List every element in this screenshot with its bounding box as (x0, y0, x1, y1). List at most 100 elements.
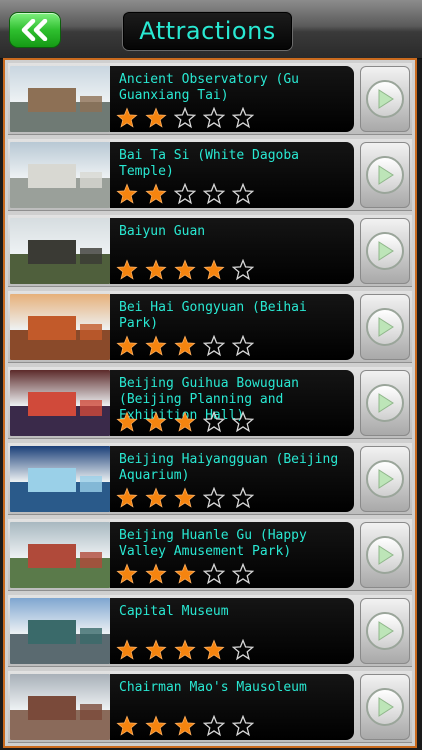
go-circle (366, 384, 404, 422)
attraction-row[interactable]: Beijing Guihua Bowuguan (Beijing Plannin… (8, 367, 412, 439)
star-empty-icon (232, 715, 254, 737)
star-filled-icon (145, 411, 167, 432)
star-empty-icon (232, 107, 254, 129)
open-attraction-button[interactable] (360, 674, 410, 740)
attraction-row[interactable]: Beijing Huanle Gu (Happy Valley Amusemen… (8, 519, 412, 591)
star-empty-icon (174, 107, 196, 129)
attraction-thumbnail (10, 370, 110, 436)
star-filled-icon (174, 487, 196, 508)
open-attraction-button[interactable] (360, 446, 410, 512)
back-button[interactable] (9, 12, 61, 48)
attraction-row[interactable]: Bei Hai Gongyuan (Beihai Park) (8, 291, 412, 363)
attractions-list: Ancient Observatory (Gu Guanxiang Tai) Ba… (3, 58, 417, 748)
open-attraction-button[interactable] (360, 218, 410, 284)
star-filled-icon (145, 563, 167, 584)
star-filled-icon (145, 639, 167, 660)
rating-stars (116, 639, 254, 661)
open-attraction-button[interactable] (360, 294, 410, 360)
attraction-thumbnail (10, 674, 110, 740)
star-empty-icon (232, 259, 254, 281)
go-circle (366, 156, 404, 194)
star-filled-icon (203, 639, 225, 660)
play-arrow-icon (378, 241, 394, 261)
rating-stars (116, 335, 254, 357)
star-empty-icon (203, 183, 225, 205)
star-filled-icon (116, 411, 138, 432)
star-filled-icon (116, 715, 138, 736)
star-filled-icon (174, 411, 196, 432)
attraction-name: Baiyun Guan (119, 224, 206, 239)
play-arrow-icon (378, 621, 394, 641)
star-filled-icon (116, 259, 138, 280)
star-filled-icon (174, 335, 196, 356)
attraction-row[interactable]: Capital Museum (8, 595, 412, 667)
attraction-info: Chairman Mao's Mausoleum (110, 674, 354, 740)
play-arrow-icon (378, 165, 394, 185)
attraction-thumbnail (10, 142, 110, 208)
top-bar: Attractions (0, 0, 422, 59)
attraction-name: Bei Hai Gongyuan (Beihai Park) (119, 300, 307, 331)
open-attraction-button[interactable] (360, 66, 410, 132)
star-filled-icon (116, 335, 138, 356)
go-circle (366, 308, 404, 346)
star-empty-icon (232, 335, 254, 357)
star-empty-icon (203, 335, 225, 357)
rating-stars (116, 183, 254, 205)
attraction-row[interactable]: Ancient Observatory (Gu Guanxiang Tai) (8, 63, 412, 135)
open-attraction-button[interactable] (360, 142, 410, 208)
go-circle (366, 80, 404, 118)
star-filled-icon (116, 107, 138, 128)
star-empty-icon (232, 639, 254, 661)
attraction-info: Baiyun Guan (110, 218, 354, 284)
play-arrow-icon (378, 317, 394, 337)
star-empty-icon (232, 183, 254, 205)
rating-stars (116, 259, 254, 281)
star-filled-icon (145, 335, 167, 356)
attraction-thumbnail (10, 446, 110, 512)
double-chevron-left-icon (21, 19, 48, 41)
go-circle (366, 232, 404, 270)
star-filled-icon (116, 487, 138, 508)
star-filled-icon (116, 183, 138, 204)
star-filled-icon (174, 259, 196, 280)
star-empty-icon (203, 487, 225, 509)
open-attraction-button[interactable] (360, 370, 410, 436)
star-filled-icon (145, 715, 167, 736)
star-filled-icon (145, 183, 167, 204)
attraction-row[interactable]: Baiyun Guan (8, 215, 412, 287)
star-empty-icon (232, 411, 254, 433)
rating-stars (116, 715, 254, 737)
title-box: Attractions (123, 12, 292, 50)
open-attraction-button[interactable] (360, 598, 410, 664)
attraction-name: Bai Ta Si (White Dagoba Temple) (119, 148, 300, 179)
star-filled-icon (145, 487, 167, 508)
star-filled-icon (174, 563, 196, 584)
star-filled-icon (203, 259, 225, 280)
star-filled-icon (174, 639, 196, 660)
attraction-row[interactable]: Chairman Mao's Mausoleum (8, 671, 412, 743)
attraction-info: Beijing Huanle Gu (Happy Valley Amusemen… (110, 522, 354, 588)
attraction-row[interactable]: Beijing Haiyangguan (Beijing Aquarium) (8, 443, 412, 515)
star-empty-icon (174, 183, 196, 205)
attraction-name: Beijing Haiyangguan (Beijing Aquarium) (119, 452, 339, 483)
play-arrow-icon (378, 89, 394, 109)
attraction-name: Capital Museum (119, 604, 229, 619)
star-filled-icon (145, 107, 167, 128)
attraction-info: Ancient Observatory (Gu Guanxiang Tai) (110, 66, 354, 132)
star-filled-icon (145, 259, 167, 280)
open-attraction-button[interactable] (360, 522, 410, 588)
attraction-info: Bei Hai Gongyuan (Beihai Park) (110, 294, 354, 360)
attraction-row[interactable]: Bai Ta Si (White Dagoba Temple) (8, 139, 412, 211)
star-empty-icon (203, 107, 225, 129)
go-circle (366, 536, 404, 574)
go-circle (366, 688, 404, 726)
star-empty-icon (203, 563, 225, 585)
attraction-info: Bai Ta Si (White Dagoba Temple) (110, 142, 354, 208)
attraction-thumbnail (10, 522, 110, 588)
go-circle (366, 612, 404, 650)
attraction-info: Beijing Haiyangguan (Beijing Aquarium) (110, 446, 354, 512)
play-arrow-icon (378, 469, 394, 489)
attraction-thumbnail (10, 598, 110, 664)
rating-stars (116, 107, 254, 129)
rating-stars (116, 411, 254, 433)
